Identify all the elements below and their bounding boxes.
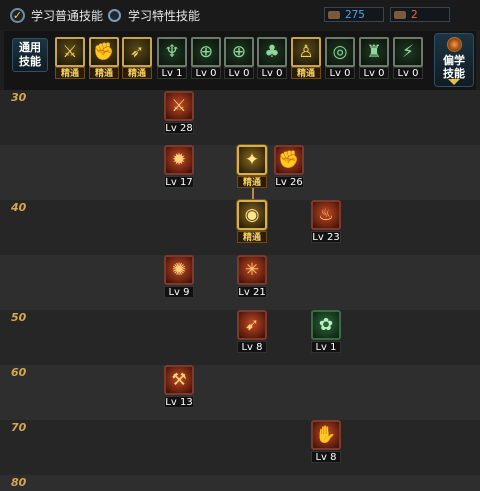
fire-grip-icon: ✋: [315, 425, 337, 445]
skill-level-label: 精通: [237, 231, 267, 243]
radio-icon: [108, 8, 121, 22]
passive-skill-slot[interactable]: ⊕: [191, 37, 221, 67]
passive-skill-level: 精通: [291, 67, 321, 79]
skill-level-label: 精通: [237, 176, 267, 188]
crosshair-icon: ⊕: [198, 42, 214, 62]
skill-golden-beast[interactable]: ✦: [237, 145, 267, 175]
skill-level-label: Lv 8: [237, 341, 267, 353]
skill-fire-grip[interactable]: ✋: [311, 420, 341, 450]
star-blast-icon: ✳: [244, 260, 260, 280]
sp-value: 275: [345, 8, 365, 21]
tab-learn-normal-skills-label: 学习普通技能: [31, 8, 104, 23]
level-marker: 60: [11, 366, 27, 379]
top-bar: ✓ 学习普通技能 学习特性技能 275 2: [0, 0, 480, 30]
golden-orb-icon: ◉: [244, 205, 260, 225]
spear-warrior-icon: ⚔: [62, 42, 78, 62]
passive-skill-slot[interactable]: ⊕: [224, 37, 254, 67]
skill-level-label: Lv 1: [311, 341, 341, 353]
passive-skill-slot[interactable]: ♜: [359, 37, 389, 67]
passive-skill-level: Lv 0: [325, 67, 355, 79]
skill-level-label: Lv 8: [311, 451, 341, 463]
skill-golden-orb[interactable]: ◉: [237, 200, 267, 230]
passive-skill-level: 精通: [89, 67, 119, 79]
skill-level-label: Lv 9: [164, 286, 194, 298]
skill-star-blast[interactable]: ✳: [237, 255, 267, 285]
kick-flame-icon: ➹: [244, 315, 260, 335]
flame-strike-icon: ⚔: [171, 96, 187, 116]
passive-skill-level: Lv 1: [157, 67, 187, 79]
blaze-axe-icon: ⚒: [171, 370, 187, 390]
passive-skill-slot[interactable]: ✊: [89, 37, 119, 67]
crawl-figure-icon: ♣: [264, 42, 280, 62]
tp-icon: [394, 10, 406, 19]
skill-level-label: Lv 17: [164, 176, 194, 188]
green-rune-icon: ✺: [171, 260, 187, 280]
passive-skill-slot[interactable]: ♙: [291, 37, 321, 67]
tab-learn-normal-skills[interactable]: ✓ 学习普通技能: [10, 6, 103, 24]
flame-badge-icon: [447, 37, 462, 52]
preferred-skills-label-line1: 偏学: [443, 54, 465, 67]
skill-flame-fist[interactable]: ✊: [274, 145, 304, 175]
sp-counter: 275: [324, 7, 384, 22]
skill-kick-flame[interactable]: ➹: [237, 310, 267, 340]
skill-green-vortex[interactable]: ✿: [311, 310, 341, 340]
common-skills-label-line2: 技能: [19, 55, 41, 68]
sp-icon: [328, 10, 340, 19]
level-marker: 70: [11, 421, 27, 434]
tp-value: 2: [411, 8, 418, 21]
spiral-eye-icon: ◎: [332, 42, 348, 62]
wings-emblem-icon: ♆: [164, 42, 180, 62]
tab-learn-special-skills-label: 学习特性技能: [128, 8, 201, 23]
dash-warrior-icon: ➶: [129, 42, 145, 62]
passive-skill-slot[interactable]: ⚡: [393, 37, 423, 67]
tab-learn-special-skills[interactable]: 学习特性技能: [108, 6, 200, 24]
level-marker: 40: [11, 201, 27, 214]
checkmark-icon: ✓: [10, 7, 25, 23]
yellow-figure-icon: ♙: [298, 42, 314, 62]
level-marker: 30: [11, 91, 27, 104]
kick-figure-icon: ⚡: [402, 42, 414, 62]
level-marker: 80: [11, 476, 27, 489]
golden-beast-icon: ✦: [244, 150, 260, 170]
skill-level-label: Lv 13: [164, 396, 194, 408]
skill-fire-dragon[interactable]: ♨: [311, 200, 341, 230]
passive-skill-level: 精通: [122, 67, 152, 79]
passive-skill-slot[interactable]: ⚔: [55, 37, 85, 67]
passive-skill-slot[interactable]: ➶: [122, 37, 152, 67]
passive-skill-level: Lv 0: [393, 67, 423, 79]
common-skills-label-line1: 通用: [19, 41, 41, 54]
passive-skill-level: Lv 0: [359, 67, 389, 79]
crouch-warrior-icon: ✊: [93, 42, 115, 62]
skill-level-label: Lv 28: [164, 122, 194, 134]
passive-skill-level: Lv 0: [257, 67, 287, 79]
skill-level-label: Lv 21: [237, 286, 267, 298]
passive-skill-level: 精通: [55, 67, 85, 79]
skill-level-label: Lv 26: [274, 176, 304, 188]
skill-flame-strike[interactable]: ⚔: [164, 91, 194, 121]
dropdown-arrow-icon: [448, 79, 460, 85]
flame-fist-icon: ✊: [278, 150, 300, 170]
skill-green-rune[interactable]: ✺: [164, 255, 194, 285]
common-skills-button[interactable]: 通用 技能: [12, 38, 48, 72]
passive-skill-slot[interactable]: ♆: [157, 37, 187, 67]
level-marker: 50: [11, 311, 27, 324]
fire-dragon-icon: ♨: [318, 205, 334, 225]
skill-level-label: Lv 23: [311, 231, 341, 243]
passive-skill-slot[interactable]: ◎: [325, 37, 355, 67]
fire-burst-icon: ✹: [171, 150, 187, 170]
passive-skill-level: Lv 0: [191, 67, 221, 79]
skill-blaze-axe[interactable]: ⚒: [164, 365, 194, 395]
passive-skill-level: Lv 0: [224, 67, 254, 79]
preferred-skills-button[interactable]: 偏学 技能: [434, 33, 474, 87]
level-band: [0, 365, 480, 420]
level-band: [0, 475, 480, 491]
green-vortex-icon: ✿: [318, 315, 334, 335]
armor-figure-icon: ♜: [366, 42, 382, 62]
skill-fire-burst[interactable]: ✹: [164, 145, 194, 175]
tp-counter: 2: [390, 7, 450, 22]
level-band: [0, 420, 480, 475]
crosshair-gold-icon: ⊕: [231, 42, 247, 62]
level-band: [0, 90, 480, 145]
passive-skill-slot[interactable]: ♣: [257, 37, 287, 67]
